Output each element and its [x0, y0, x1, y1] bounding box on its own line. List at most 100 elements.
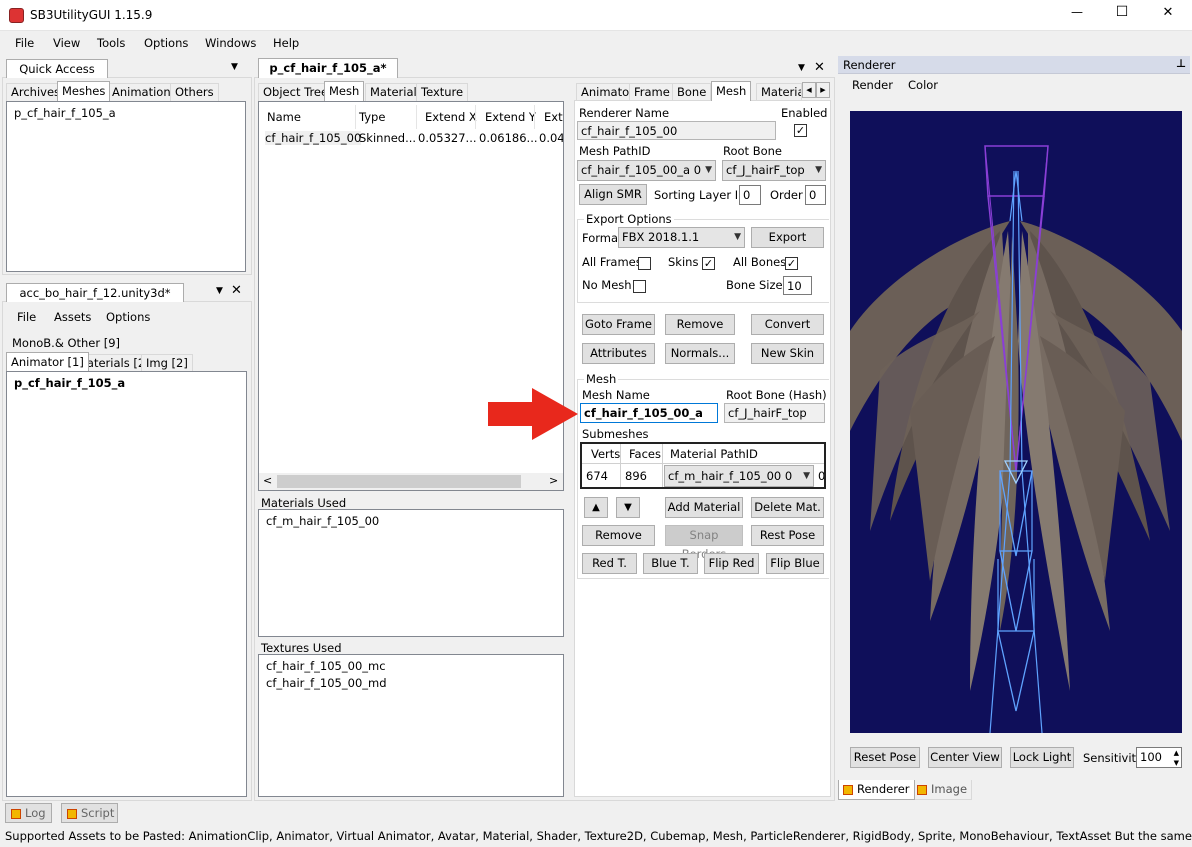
all-frames-checkbox[interactable]	[638, 257, 651, 270]
column-header[interactable]: Faces	[629, 447, 661, 461]
horizontal-scrollbar[interactable]: < >	[259, 473, 563, 490]
menu-tools[interactable]: Tools	[97, 36, 125, 50]
tab-unity-doc[interactable]: acc_bo_hair_f_12.unity3d*	[6, 283, 184, 302]
script-tab[interactable]: Script	[61, 803, 118, 823]
flip-red-button[interactable]: Flip Red	[704, 553, 759, 574]
list-item[interactable]: cf_m_hair_f_105_00	[266, 514, 379, 528]
renderer-viewport[interactable]	[850, 111, 1182, 733]
table-cell[interactable]: 674	[586, 469, 608, 483]
tab-material[interactable]: Material	[365, 83, 422, 101]
enabled-checkbox[interactable]: ✓	[794, 124, 807, 137]
tab-mesh[interactable]: Mesh	[324, 81, 365, 101]
tab-renderer-bottom[interactable]: Renderer	[838, 780, 915, 800]
minimize-button[interactable]: —	[1070, 5, 1084, 19]
tab-img[interactable]: Img [2]	[141, 354, 193, 372]
root-bone-hash-field[interactable]: cf_J_hairF_top	[724, 403, 825, 423]
remove-button[interactable]: Remove	[665, 314, 735, 335]
log-tab[interactable]: Log	[5, 803, 52, 823]
meshes-list[interactable]: p_cf_hair_f_105_a	[6, 101, 246, 272]
flip-blue-button[interactable]: Flip Blue	[766, 553, 824, 574]
add-material-button[interactable]: Add Material	[665, 497, 743, 518]
chevron-down-icon[interactable]: ▼	[216, 286, 223, 296]
mesh-pathid-select[interactable]: cf_hair_f_105_00_a 0 ▼	[577, 160, 716, 181]
submeshes-table[interactable]: Verts Faces Material PathID 674 896 cf_m…	[580, 442, 826, 489]
menu-options[interactable]: Options	[144, 36, 188, 50]
convert-button[interactable]: Convert	[751, 314, 824, 335]
move-down-button[interactable]: ▼	[616, 497, 640, 518]
tab-frame[interactable]: Frame	[629, 83, 675, 101]
format-select[interactable]: FBX 2018.1.1 ▼	[618, 227, 745, 248]
tab-bone[interactable]: Bone	[672, 83, 712, 101]
maximize-button[interactable]: ☐	[1115, 4, 1129, 20]
tab-scroll-left-icon[interactable]: ◀	[802, 82, 816, 98]
tab-animator[interactable]: Animator [1]	[6, 352, 89, 371]
tab-scroll-right-icon[interactable]: ▶	[816, 82, 830, 98]
skins-checkbox[interactable]: ✓	[702, 257, 715, 270]
red-t-button[interactable]: Red T.	[582, 553, 637, 574]
tab-texture[interactable]: Texture	[416, 83, 469, 101]
menu-windows[interactable]: Windows	[205, 36, 256, 50]
column-header[interactable]: Material PathID	[670, 447, 758, 461]
tab-quick-access[interactable]: Quick Access	[6, 59, 108, 78]
tab-others[interactable]: Others	[170, 83, 219, 101]
mesh-name-field[interactable]: cf_hair_f_105_00_a	[580, 403, 718, 423]
close-icon[interactable]: ✕	[231, 283, 242, 298]
menu-view[interactable]: View	[53, 36, 80, 50]
column-header[interactable]: Verts	[591, 447, 620, 461]
tab-material-right[interactable]: Material	[756, 83, 802, 101]
blue-t-button[interactable]: Blue T.	[643, 553, 698, 574]
column-header[interactable]: Exte	[544, 110, 563, 124]
spin-down-icon[interactable]: ▼	[1174, 754, 1179, 767]
unity-menu-file[interactable]: File	[17, 310, 36, 324]
chevron-down-icon[interactable]: ▼	[798, 63, 805, 73]
sensitivity-field[interactable]: 100 ▲ ▼	[1136, 747, 1182, 768]
reset-pose-button[interactable]: Reset Pose	[850, 747, 920, 768]
material-pathid-select[interactable]: cf_m_hair_f_105_00 0 ▼	[664, 465, 814, 487]
renderer-menu-render[interactable]: Render	[852, 78, 893, 92]
tab-meshes[interactable]: Meshes	[57, 81, 111, 101]
close-button[interactable]: ✕	[1161, 5, 1175, 20]
column-header[interactable]: Extend Y	[485, 110, 536, 124]
tab-mesh-right[interactable]: Mesh	[711, 81, 752, 101]
export-button[interactable]: Export	[751, 227, 824, 248]
chevron-down-icon[interactable]: ▼	[231, 62, 238, 72]
tab-monob-other[interactable]: MonoB.& Other [9]	[8, 335, 125, 352]
column-header[interactable]: Extend X	[425, 110, 477, 124]
list-item[interactable]: cf_hair_f_105_00_md	[266, 676, 387, 690]
textures-used-list[interactable]: cf_hair_f_105_00_mc cf_hair_f_105_00_md	[258, 654, 564, 797]
root-bone-select[interactable]: cf_J_hairF_top ▼	[722, 160, 826, 181]
materials-used-list[interactable]: cf_m_hair_f_105_00	[258, 509, 564, 637]
no-mesh-checkbox[interactable]	[633, 280, 646, 293]
column-header[interactable]: Type	[359, 110, 385, 124]
snap-borders-button[interactable]: Snap Borders	[665, 525, 743, 561]
animator-list[interactable]: p_cf_hair_f_105_a	[6, 371, 247, 797]
scroll-right-icon[interactable]: >	[549, 474, 558, 487]
all-bones-checkbox[interactable]: ✓	[785, 257, 798, 270]
table-row[interactable]: cf_hair_f_105_00 Skinned... 0.05327... 0…	[261, 129, 563, 147]
unity-menu-options[interactable]: Options	[106, 310, 150, 324]
remove-submesh-button[interactable]: Remove	[582, 525, 655, 546]
new-skin-button[interactable]: New Skin	[751, 343, 824, 364]
menu-file[interactable]: File	[15, 36, 34, 50]
align-smr-button[interactable]: Align SMR	[579, 184, 647, 205]
delete-material-button[interactable]: Delete Mat.	[751, 497, 824, 518]
center-view-button[interactable]: Center View	[928, 747, 1002, 768]
scrollbar-thumb[interactable]	[277, 475, 521, 488]
close-icon[interactable]: ✕	[814, 60, 825, 75]
list-item[interactable]: p_cf_hair_f_105_a	[14, 106, 116, 120]
sorting-layer-field[interactable]: 0	[739, 185, 761, 205]
tab-object-tree[interactable]: Object Tree	[258, 83, 334, 101]
rest-pose-button[interactable]: Rest Pose	[751, 525, 824, 546]
list-item[interactable]: cf_hair_f_105_00_mc	[266, 659, 386, 673]
list-item[interactable]: p_cf_hair_f_105_a	[14, 376, 125, 390]
bone-size-field[interactable]: 10	[783, 276, 812, 295]
attributes-button[interactable]: Attributes	[582, 343, 655, 364]
move-up-button[interactable]: ▲	[584, 497, 608, 518]
scroll-left-icon[interactable]: <	[263, 474, 272, 487]
tab-editor-doc[interactable]: p_cf_hair_f_105_a*	[258, 58, 398, 78]
column-header[interactable]: Name	[267, 110, 301, 124]
pin-icon[interactable]: ⊥	[1176, 57, 1186, 70]
table-cell[interactable]: 896	[625, 469, 647, 483]
normals-button[interactable]: Normals...	[665, 343, 735, 364]
renderer-menu-color[interactable]: Color	[908, 78, 938, 92]
